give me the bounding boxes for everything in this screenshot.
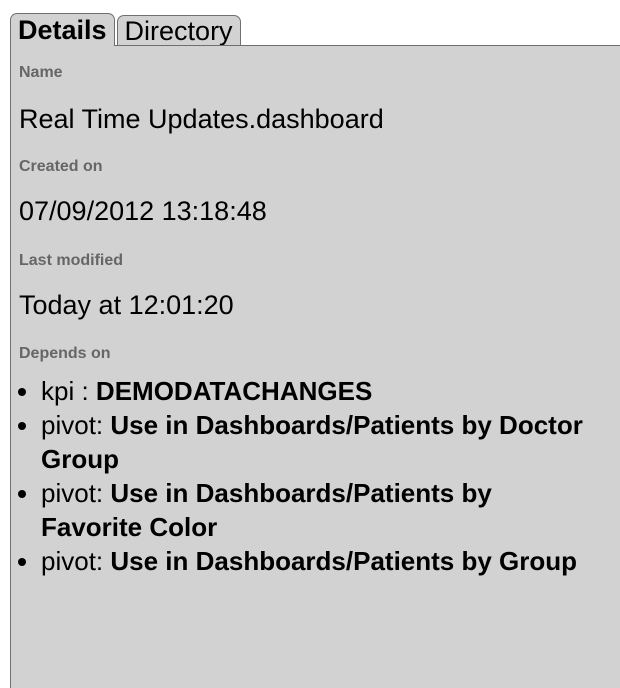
depends-item-type: pivot: bbox=[41, 410, 111, 440]
depends-item: kpi : DEMODATACHANGES bbox=[41, 374, 591, 408]
depends-label: Depends on bbox=[19, 345, 111, 362]
tab-details[interactable]: Details bbox=[10, 13, 115, 46]
depends-item-type: pivot: bbox=[41, 478, 111, 508]
created-value: 07/09/2012 13:18:48 bbox=[19, 196, 267, 226]
depends-list: kpi : DEMODATACHANGES pivot: Use in Dash… bbox=[11, 374, 591, 578]
depends-item-link[interactable]: Use in Dashboards/Patients by Doctor Gro… bbox=[41, 410, 583, 474]
modified-label: Last modified bbox=[19, 252, 124, 269]
depends-item-type: pivot: bbox=[41, 546, 111, 576]
depends-item-link[interactable]: DEMODATACHANGES bbox=[96, 376, 372, 406]
depends-item: pivot: Use in Dashboards/Patients by Fav… bbox=[41, 476, 591, 544]
depends-item-type: kpi : bbox=[41, 376, 96, 406]
tab-bar: Details Directory bbox=[10, 10, 243, 46]
name-value: Real Time Updates.dashboard bbox=[19, 104, 384, 134]
depends-item: pivot: Use in Dashboards/Patients by Doc… bbox=[41, 408, 591, 476]
details-panel: Name Real Time Updates.dashboard Created… bbox=[10, 45, 620, 688]
created-label: Created on bbox=[19, 158, 103, 175]
details-window: Details Directory Name Real Time Updates… bbox=[0, 0, 620, 688]
depends-item-link[interactable]: Use in Dashboards/Patients by Group bbox=[110, 546, 577, 576]
tab-directory[interactable]: Directory bbox=[116, 15, 241, 46]
name-label: Name bbox=[19, 64, 63, 81]
depends-item: pivot: Use in Dashboards/Patients by Gro… bbox=[41, 544, 591, 578]
modified-value: Today at 12:01:20 bbox=[19, 290, 234, 320]
